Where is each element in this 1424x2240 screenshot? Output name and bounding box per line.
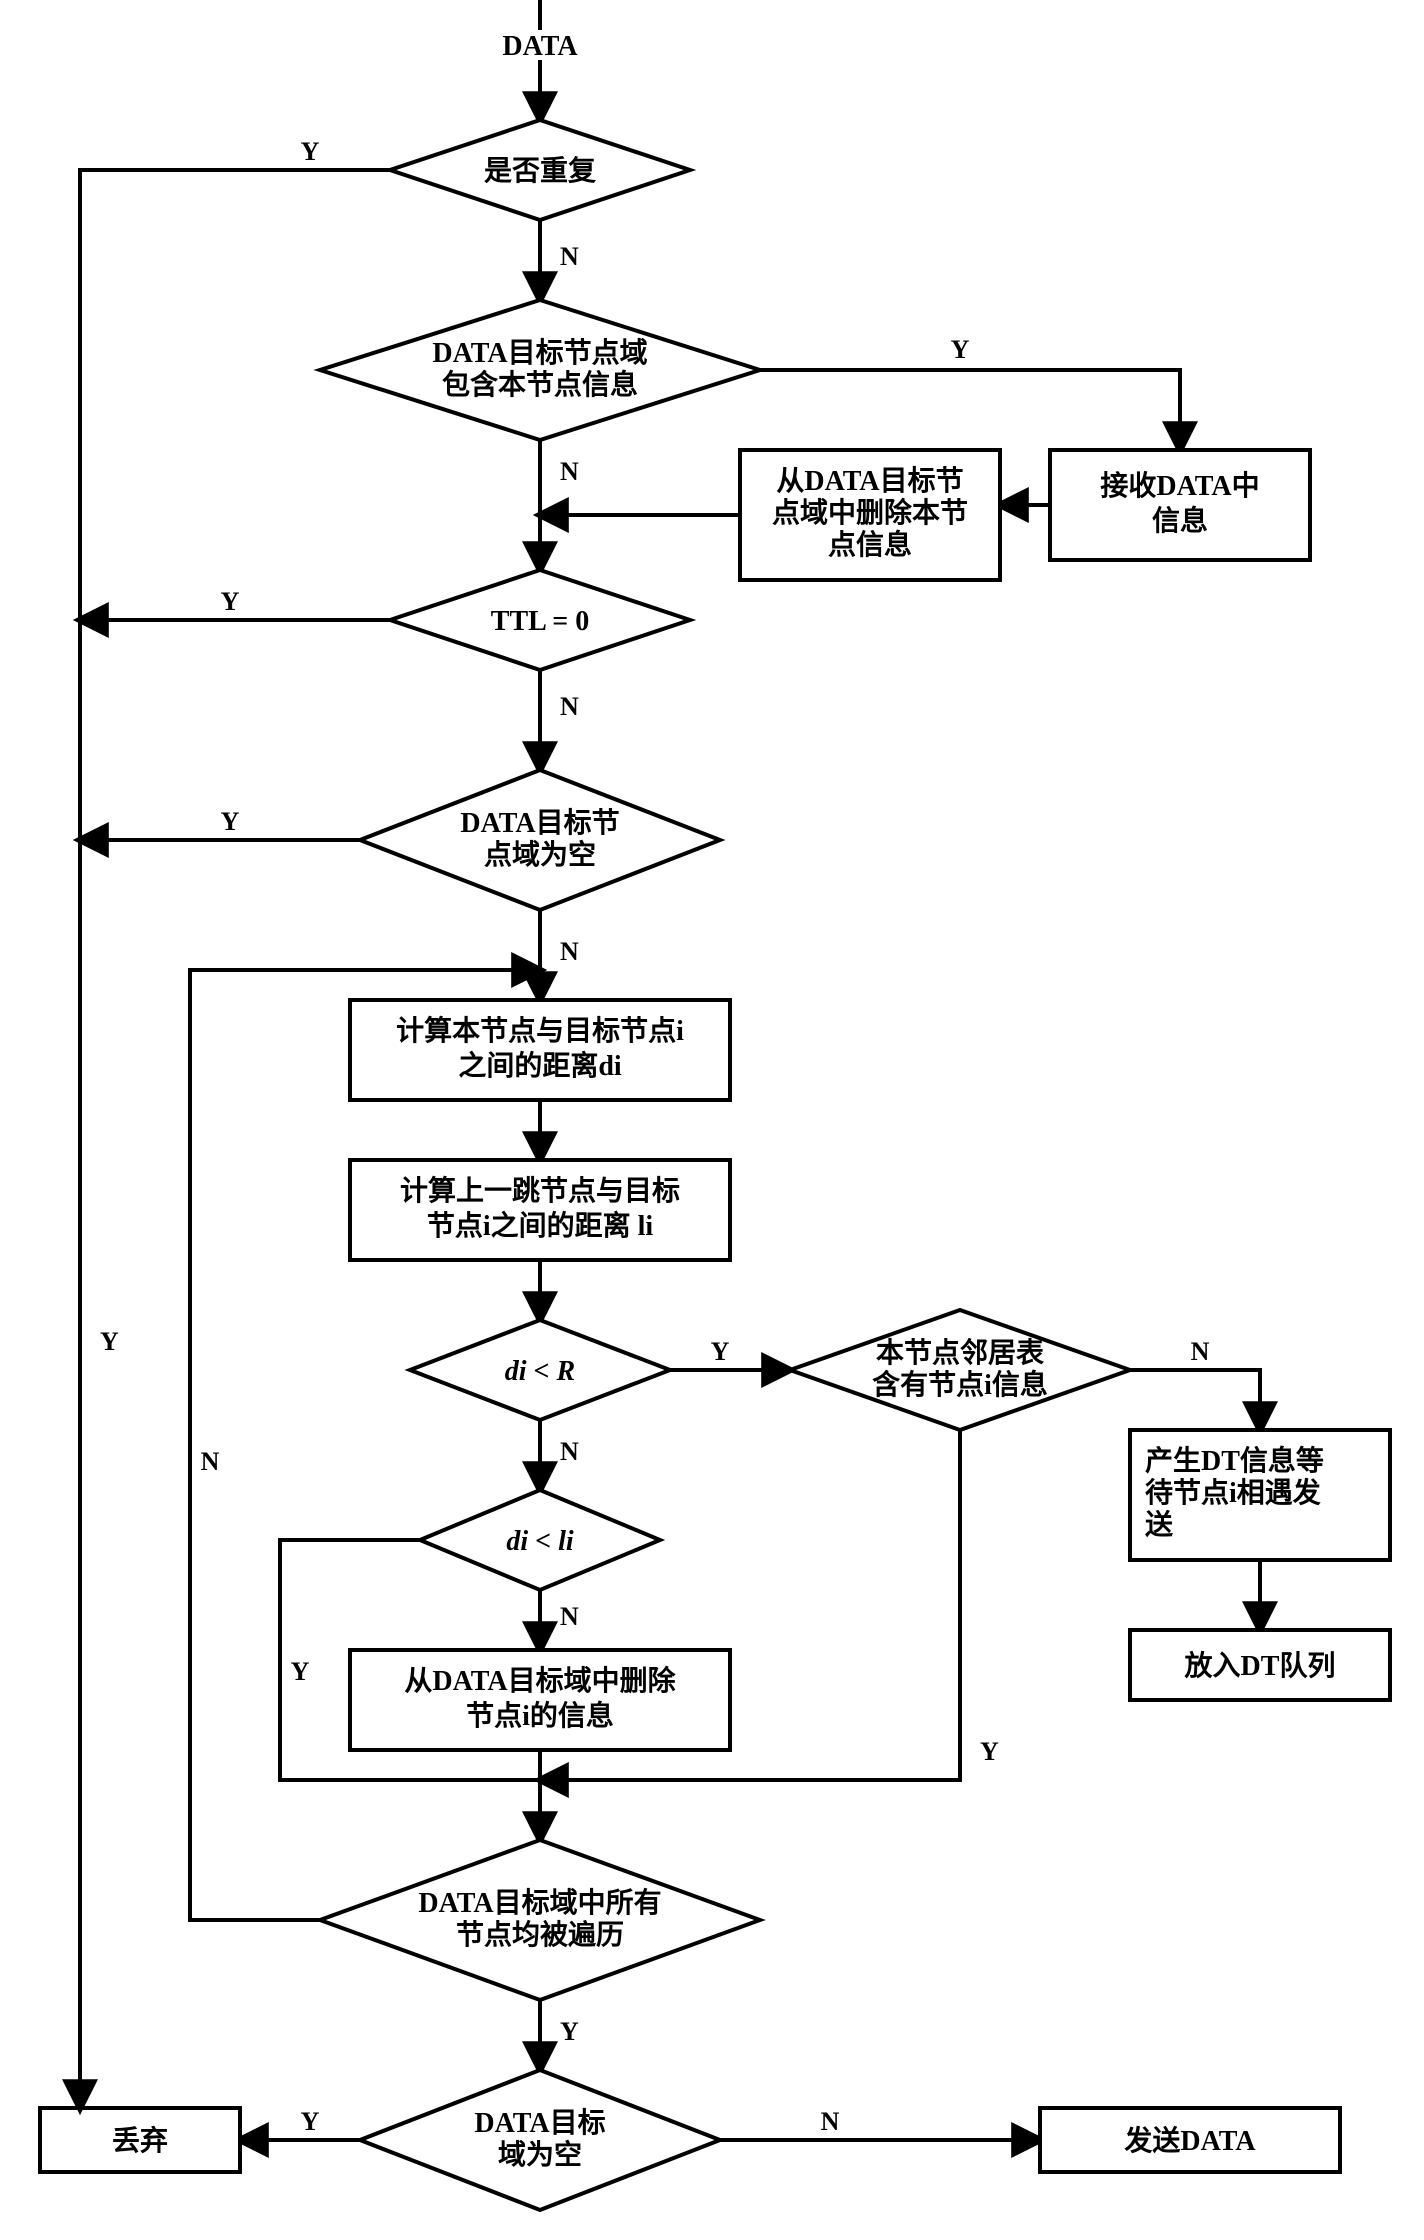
pli-l2: 节点i之间的距离 li — [427, 1209, 654, 1242]
edge-y: Y — [951, 335, 970, 364]
deli-l2: 节点i的信息 — [466, 1699, 614, 1732]
edge-n: N — [1191, 1337, 1210, 1366]
dtmsg-l2: 待节点i相遇发 — [1145, 1476, 1321, 1509]
process-remove-i — [350, 1650, 730, 1750]
d3-text: TTL = 0 — [491, 606, 589, 637]
process-compute-di — [350, 1000, 730, 1100]
d4-l1: DATA目标节 — [460, 807, 619, 839]
edge-n: N — [560, 457, 579, 486]
dtmsg-l3: 送 — [1145, 1509, 1173, 1541]
edge-y: Y — [711, 1337, 730, 1366]
edge-y: Y — [301, 2107, 320, 2136]
d9-l2: 域为空 — [498, 2138, 582, 2171]
delself-l2: 点域中删除本节 — [772, 496, 968, 529]
edge-y: Y — [221, 587, 240, 616]
d4-l2: 点域为空 — [484, 838, 596, 871]
edge-n: N — [201, 1447, 220, 1476]
edge-y: Y — [301, 137, 320, 166]
edge-y: Y — [980, 1737, 999, 1766]
d8-l2: 节点均被遍历 — [456, 1919, 624, 1951]
discard-text: 丢弃 — [112, 2124, 168, 2157]
deli-l1: 从DATA目标域中删除 — [404, 1664, 676, 1697]
send-text: 发送DATA — [1123, 2124, 1256, 2157]
recv-l1: 接收DATA中 — [1100, 470, 1259, 502]
process-compute-li — [350, 1160, 730, 1260]
edge-y: Y — [291, 1657, 310, 1686]
d8-l1: DATA目标域中所有 — [418, 1887, 661, 1919]
flowchart: DATA 是否重复 Y N DATA目标节点域 包含本节点信息 Y 接收DATA… — [0, 0, 1424, 2240]
d2-text-l2: 包含本节点信息 — [442, 368, 638, 401]
recv-l2: 信息 — [1152, 504, 1208, 537]
d9-l1: DATA目标 — [474, 2107, 605, 2139]
edge-n: N — [560, 692, 579, 721]
d2-text-l1: DATA目标节点域 — [432, 337, 647, 369]
edge-n: N — [560, 242, 579, 271]
edge-n: N — [560, 1437, 579, 1466]
d1-text: 是否重复 — [484, 155, 596, 187]
edge-y: Y — [560, 2017, 579, 2046]
dtmsg-l1: 产生DT信息等 — [1145, 1444, 1324, 1477]
edge-y: Y — [221, 807, 240, 836]
d6-l1: 本节点邻居表 — [876, 1336, 1044, 1369]
edge-n: N — [560, 1602, 579, 1631]
edge-n: N — [821, 2107, 840, 2136]
d7-text: di < li — [506, 1526, 574, 1557]
start-label: DATA — [502, 31, 578, 62]
d6-l2: 含有节点i信息 — [872, 1368, 1048, 1401]
d5-text: di < R — [505, 1356, 575, 1387]
pli-l1: 计算上一跳节点与目标 — [400, 1174, 680, 1207]
edge-y: Y — [100, 1327, 119, 1356]
dtq-text: 放入DT队列 — [1184, 1649, 1336, 1682]
pdi-l1: 计算本节点与目标节点i — [396, 1014, 684, 1047]
pdi-l2: 之间的距离di — [458, 1049, 622, 1082]
process-receive-data — [1050, 450, 1310, 560]
edge-n: N — [560, 937, 579, 966]
delself-l3: 点信息 — [828, 528, 912, 561]
delself-l1: 从DATA目标节 — [776, 465, 963, 497]
